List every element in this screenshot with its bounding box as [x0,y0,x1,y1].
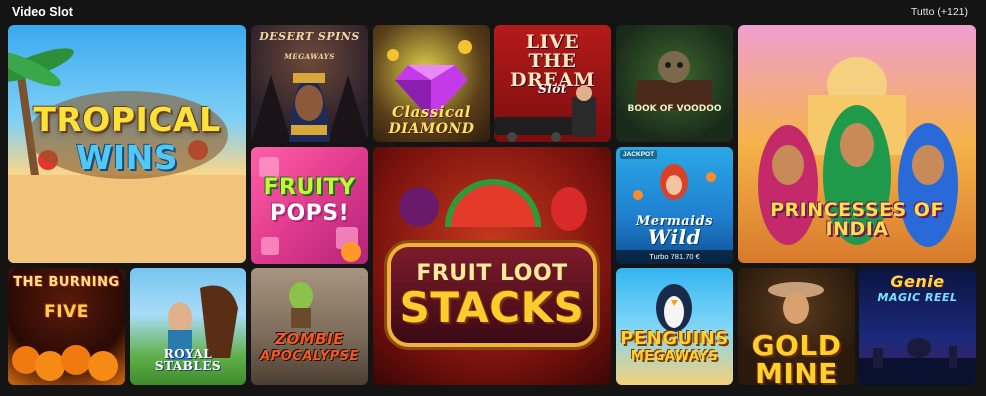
see-all-link[interactable]: Tutto (+121) [911,6,968,18]
jackpot-badge: JACKPOT [620,150,658,159]
game-subtitle: DIAMOND [388,121,475,137]
game-subtitle: MEGAWAYS [284,52,335,61]
game-tile-zombie-apocalypse[interactable]: ZOMBIE APOCALYPSE [251,268,368,385]
game-title: FRUITY [263,175,356,200]
zombie-icon [289,282,313,328]
game-subtitle: MAGIC REEL [877,291,958,304]
game-subtitle: FIVE [44,302,89,322]
game-subtitle: POPS! [269,201,350,226]
game-title: PRINCESSES OF INDIA [770,199,944,240]
game-title: DESERT SPINS [259,30,360,43]
game-title: FRUIT LOOT [416,261,568,286]
game-tile-book-of-voodoo[interactable]: BOOK OF VOODOO [616,25,733,142]
game-tile-tropical-wins[interactable]: TROPICAL WINS [8,25,246,263]
game-title: Classical [392,103,471,121]
game-artwork [616,268,733,385]
game-tile-gold-mine[interactable]: GOLD MINE [738,268,855,385]
game-subtitle: Wild [647,225,702,249]
voodoo-doll-icon [636,51,712,110]
game-title: ROYAL STABLES [154,347,222,373]
game-subtitle: STACKS [399,283,585,332]
jackpot-value: Turbo 781.70 € [616,250,733,264]
game-tile-fruity-pops[interactable]: FRUITY POPS! [251,147,368,264]
game-subtitle: MEGAWAYS [630,349,719,364]
game-tile-mermaids-wild[interactable]: JACKPOT Mermaids Wild Turbo 781.70 € [616,147,733,264]
game-tile-princesses-of-india[interactable]: PRINCESSES OF INDIA [738,25,976,263]
section-header: Video Slot Tutto (+121) [0,0,986,24]
game-title: BOOK OF VOODOO [627,104,722,114]
game-title: ZOMBIE [275,330,344,348]
game-title: PENGUINS [620,328,729,349]
section-title: Video Slot [12,5,73,19]
game-title: GOLD MINE [751,329,842,386]
game-subtitle: APOCALYPSE [260,349,359,364]
game-tile-classical-diamond[interactable]: Classical DIAMOND [373,25,490,142]
game-artwork [616,25,733,142]
game-tile-royal-stables[interactable]: ROYAL STABLES [130,268,246,385]
game-tile-live-the-dream[interactable]: LIVE THE DREAM Slot [494,25,611,142]
game-title: THE BURNING [13,275,120,290]
game-subtitle: WINS [75,138,179,177]
game-artwork [251,268,368,385]
game-tile-penguins-megaways[interactable]: PENGUINS MEGAWAYS [616,268,733,385]
game-tile-desert-spins[interactable]: DESERT SPINS MEGAWAYS [251,25,368,142]
game-tile-fruit-loot-stacks[interactable]: FRUIT LOOT STACKS [373,147,611,385]
game-title: TROPICAL [33,100,221,139]
game-tile-genie-magic-reel[interactable]: Genie MAGIC REEL [859,268,976,385]
game-title: Genie [890,272,945,291]
penguin-icon [656,284,692,332]
game-tile-the-burning-five[interactable]: THE BURNING FIVE [8,268,125,385]
game-subtitle: Slot [538,82,567,96]
